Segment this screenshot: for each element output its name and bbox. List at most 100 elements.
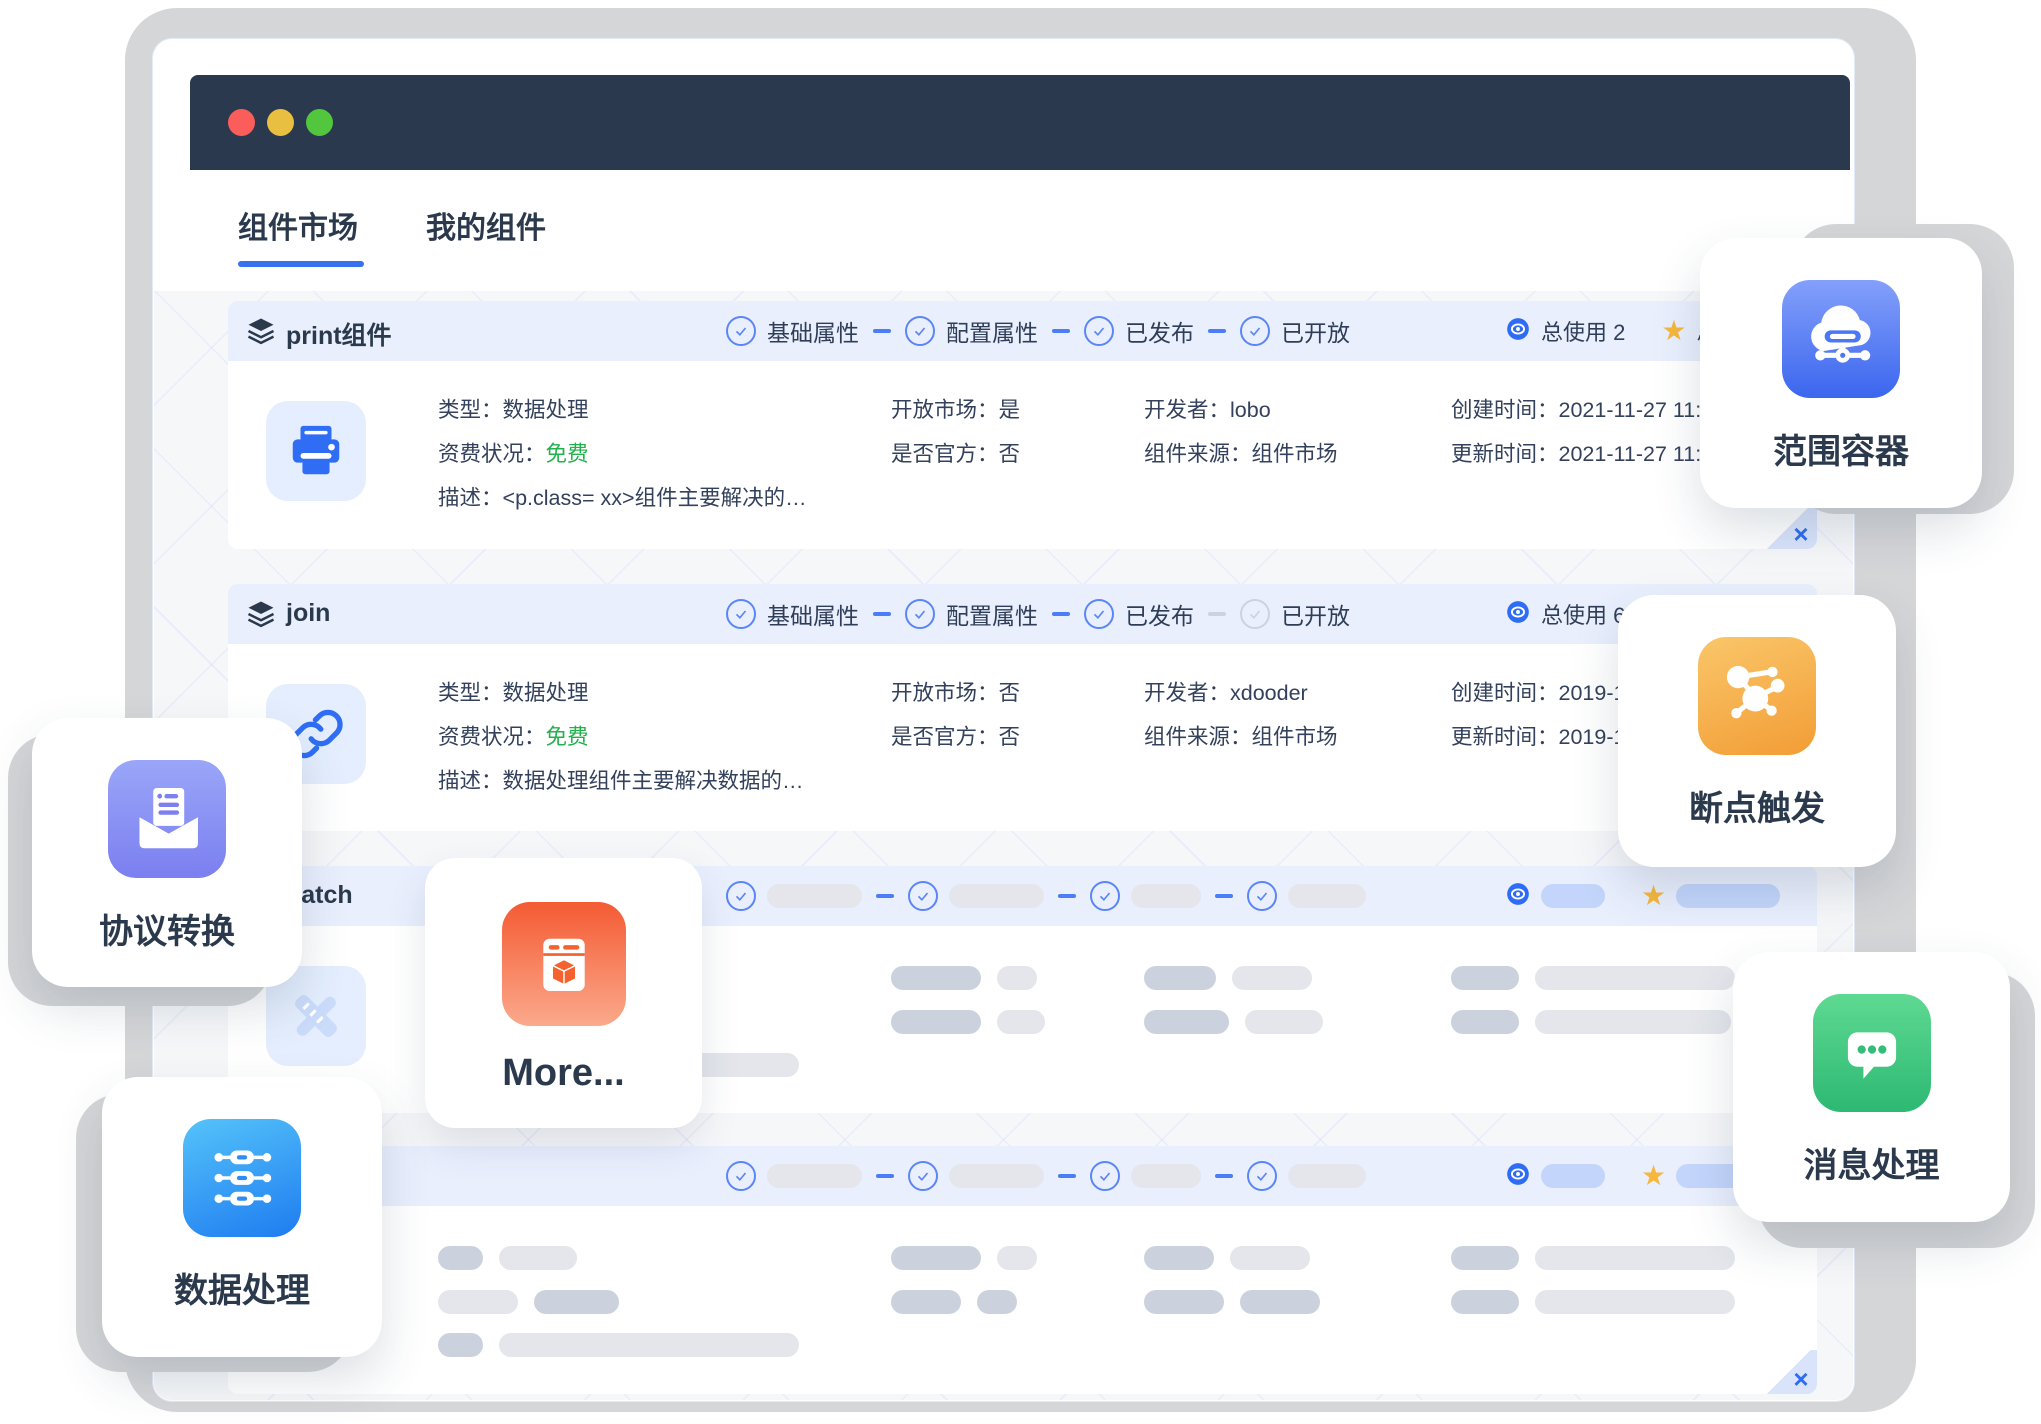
inbox-document-icon (108, 760, 226, 878)
chip-protocol-conversion[interactable]: 协议转换 (32, 718, 302, 987)
field-value: xdooder (1230, 681, 1308, 705)
skeleton-field (1451, 1010, 1731, 1034)
field-value: <p.class= xx>组件主要解决的… (503, 486, 807, 510)
step-label: 已开放 (1281, 597, 1350, 631)
field-label: 是否官方： (891, 442, 999, 466)
component-name: join (286, 599, 330, 628)
skeleton-field (1451, 1246, 1735, 1270)
step-dash (1208, 329, 1226, 333)
skeleton-field (1144, 1010, 1323, 1034)
minimize-window-button[interactable] (267, 109, 294, 136)
star-icon: ★ (1641, 882, 1666, 910)
field-value: 否 (999, 442, 1021, 466)
app-store-icon (502, 902, 626, 1026)
field-label: 创建时间： (1451, 398, 1559, 422)
skeleton-pill (767, 884, 862, 908)
dismiss-corner[interactable]: × (1761, 505, 1817, 549)
component-name: print组件 (286, 316, 392, 352)
field-value: lobo (1230, 398, 1271, 422)
card-body: 类型：数据处理 资费状况：免费 描述：数据处理组件主要解决数据的… 开放市场：否… (228, 644, 1817, 831)
field-label: 描述： (438, 486, 503, 510)
field-value: 2021-11-27 11:2 (1559, 398, 1714, 422)
step-label: 配置属性 (946, 314, 1038, 348)
skeleton-field (1451, 1290, 1735, 1314)
check-icon (726, 881, 756, 911)
check-icon (1247, 1161, 1277, 1191)
check-icon (1090, 1161, 1120, 1191)
close-icon[interactable]: × (1793, 521, 1808, 547)
app-window: 组件市场 我的组件 print组件 基础属性 (152, 38, 1855, 1402)
layers-icon (246, 599, 276, 634)
field-value: 数据处理 (503, 681, 589, 705)
step-dash (1058, 894, 1076, 898)
field-label: 描述： (438, 769, 503, 793)
window-titlebar (190, 75, 1850, 170)
check-icon (1240, 316, 1270, 346)
skeleton-field (1144, 1290, 1320, 1314)
component-card-skeleton[interactable]: ★ × (228, 1146, 1817, 1394)
printer-icon (266, 401, 366, 501)
field-label: 开放市场： (891, 681, 999, 705)
tab-my-components[interactable]: 我的组件 (426, 203, 546, 267)
step-dash (1215, 1174, 1233, 1178)
chip-message-processing[interactable]: 消息处理 (1733, 952, 2010, 1222)
step-dash (1208, 612, 1226, 616)
check-icon (905, 316, 935, 346)
field-value: 2021-11-27 11:2 (1559, 442, 1714, 466)
check-icon (1090, 881, 1120, 911)
chip-breakpoint-trigger[interactable]: 断点触发 (1618, 595, 1896, 867)
field-value: 2019-1 (1559, 681, 1626, 705)
skeleton-pill (1288, 1164, 1366, 1188)
step-dash (876, 1174, 894, 1178)
card-header: print组件 基础属性 配置属性 已发布 已开放 (228, 301, 1817, 361)
check-icon (726, 1161, 756, 1191)
active-tab-underline (238, 261, 364, 267)
check-icon (905, 599, 935, 629)
field-value: 否 (999, 681, 1021, 705)
field-value: 组件市场 (1252, 725, 1338, 749)
skeleton-field (438, 1290, 619, 1314)
usage-count: 总使用 6 (1541, 598, 1625, 630)
tab-component-market[interactable]: 组件市场 (238, 203, 364, 267)
skeleton-field (891, 1010, 1045, 1034)
skeleton-pill (1131, 884, 1201, 908)
cloud-network-icon (1782, 280, 1900, 398)
component-card-join[interactable]: join 基础属性 配置属性 已发布 已开放 (228, 584, 1817, 831)
component-card-print[interactable]: print组件 基础属性 配置属性 已发布 已开放 (228, 301, 1817, 549)
maximize-window-button[interactable] (306, 109, 333, 136)
card-header: join 基础属性 配置属性 已发布 已开放 (228, 584, 1817, 644)
chip-label: 协议转换 (99, 904, 235, 953)
chip-data-processing[interactable]: 数据处理 (102, 1077, 382, 1357)
skeleton-pill (767, 1164, 862, 1188)
star-icon: ★ (1641, 1162, 1666, 1190)
field-value: 否 (999, 725, 1021, 749)
step-dash (873, 329, 891, 333)
dismiss-corner[interactable]: × (1761, 1350, 1817, 1394)
field-value-free: 免费 (546, 442, 589, 466)
chip-more[interactable]: More... (425, 858, 702, 1128)
check-icon (1247, 881, 1277, 911)
skeleton-pill (1541, 1164, 1605, 1188)
tab-bar: 组件市场 我的组件 (238, 203, 546, 267)
usage-icon (1505, 316, 1531, 347)
field-label: 是否官方： (891, 725, 999, 749)
step-dash (1052, 329, 1070, 333)
check-icon (908, 881, 938, 911)
field-label: 类型： (438, 681, 503, 705)
field-label: 开放市场： (891, 398, 999, 422)
field-value: 是 (999, 398, 1021, 422)
tab-label: 组件市场 (238, 212, 358, 245)
status-steps: 基础属性 配置属性 已发布 已开放 (726, 301, 1350, 361)
skeleton-field (891, 966, 1037, 990)
field-label: 开发者： (1144, 398, 1230, 422)
chip-scope-container[interactable]: 范围容器 (1700, 238, 1982, 508)
close-window-button[interactable] (228, 109, 255, 136)
check-icon (1084, 316, 1114, 346)
skeleton-pill (1131, 1164, 1201, 1188)
card-header: ★ (228, 1146, 1817, 1206)
field-value-free: 免费 (546, 725, 589, 749)
close-icon[interactable]: × (1793, 1366, 1808, 1392)
step-dash (876, 894, 894, 898)
skeleton-field (438, 1333, 799, 1357)
skeleton-field (891, 1246, 1037, 1270)
